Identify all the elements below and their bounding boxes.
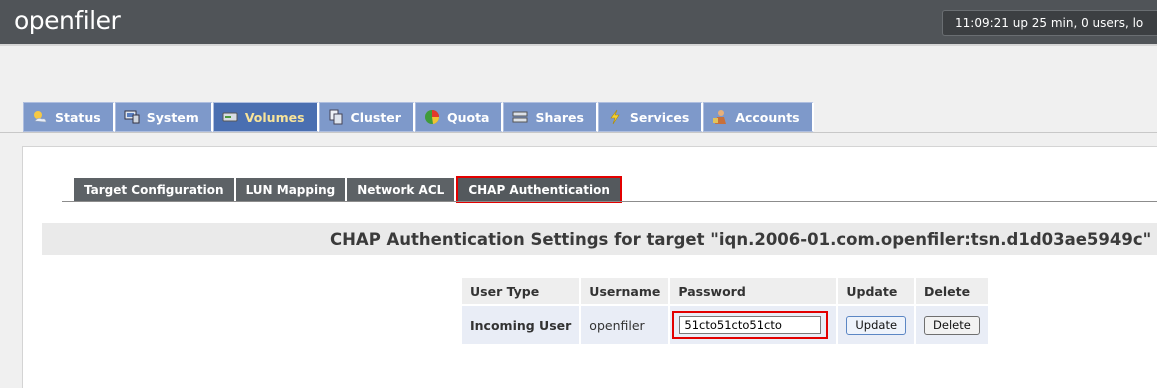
page-title: CHAP Authentication Settings for target … xyxy=(330,230,1152,249)
services-icon xyxy=(607,109,623,125)
tab-label: Cluster xyxy=(350,109,401,125)
tab-status[interactable]: Status xyxy=(23,102,115,132)
password-highlight xyxy=(672,311,829,339)
uptime-text: 11:09:21 up 25 min, 0 users, lo xyxy=(955,16,1144,30)
main-tabs-divider xyxy=(0,132,1157,133)
chap-users-table: User Type Username Password Update Delet… xyxy=(460,276,990,346)
header-divider xyxy=(0,44,1157,46)
status-icon xyxy=(32,109,48,125)
subtabs-divider xyxy=(62,201,1157,202)
openfiler-logo: openfiler xyxy=(14,6,121,35)
delete-button[interactable]: Delete xyxy=(924,315,980,335)
table-header-row: User Type Username Password Update Delet… xyxy=(462,278,988,304)
tab-shares[interactable]: Shares xyxy=(503,102,598,132)
username-cell: openfiler xyxy=(581,306,669,344)
table-row: Incoming User openfiler Update Delete xyxy=(462,306,988,344)
tab-accounts[interactable]: Accounts xyxy=(703,102,814,132)
update-cell: Update xyxy=(838,306,915,344)
tab-label: System xyxy=(146,109,199,125)
tab-label: Accounts xyxy=(735,109,800,125)
password-cell xyxy=(670,306,837,344)
tab-services[interactable]: Services xyxy=(597,102,704,132)
tab-label: Shares xyxy=(535,109,584,125)
volumes-icon xyxy=(222,109,238,125)
update-button[interactable]: Update xyxy=(846,315,907,335)
tab-cluster[interactable]: Cluster xyxy=(318,102,415,132)
column-header-password: Password xyxy=(670,278,837,304)
tab-label: Status xyxy=(55,109,101,125)
main-tabs: Status System Volumes Cluster Quota Shar… xyxy=(23,102,814,132)
user-type-cell: Incoming User xyxy=(462,306,580,344)
top-header: openfiler 11:09:21 up 25 min, 0 users, l… xyxy=(0,0,1157,45)
uptime-box: 11:09:21 up 25 min, 0 users, lo xyxy=(942,10,1157,36)
subtab-chap-authentication[interactable]: CHAP Authentication xyxy=(456,176,622,203)
tab-system[interactable]: System xyxy=(114,102,213,132)
column-header-delete: Delete xyxy=(916,278,988,304)
cluster-icon xyxy=(328,109,344,125)
subtab-lun-mapping[interactable]: LUN Mapping xyxy=(235,178,348,201)
subtab-target-configuration[interactable]: Target Configuration xyxy=(74,178,236,201)
tab-label: Services xyxy=(629,109,690,125)
system-icon xyxy=(124,109,140,125)
password-input[interactable] xyxy=(679,316,822,334)
column-header-username: Username xyxy=(581,278,669,304)
sub-tabs: Target Configuration LUN Mapping Network… xyxy=(74,176,622,203)
delete-cell: Delete xyxy=(916,306,988,344)
tab-label: Quota xyxy=(446,109,490,125)
subtab-network-acl[interactable]: Network ACL xyxy=(347,178,457,201)
tab-volumes[interactable]: Volumes xyxy=(212,102,319,132)
tab-quota[interactable]: Quota xyxy=(414,102,504,132)
column-header-user-type: User Type xyxy=(462,278,580,304)
shares-icon xyxy=(512,109,528,125)
quota-icon xyxy=(424,109,440,125)
column-header-update: Update xyxy=(838,278,915,304)
tab-label: Volumes xyxy=(244,109,305,125)
accounts-icon xyxy=(712,109,728,125)
